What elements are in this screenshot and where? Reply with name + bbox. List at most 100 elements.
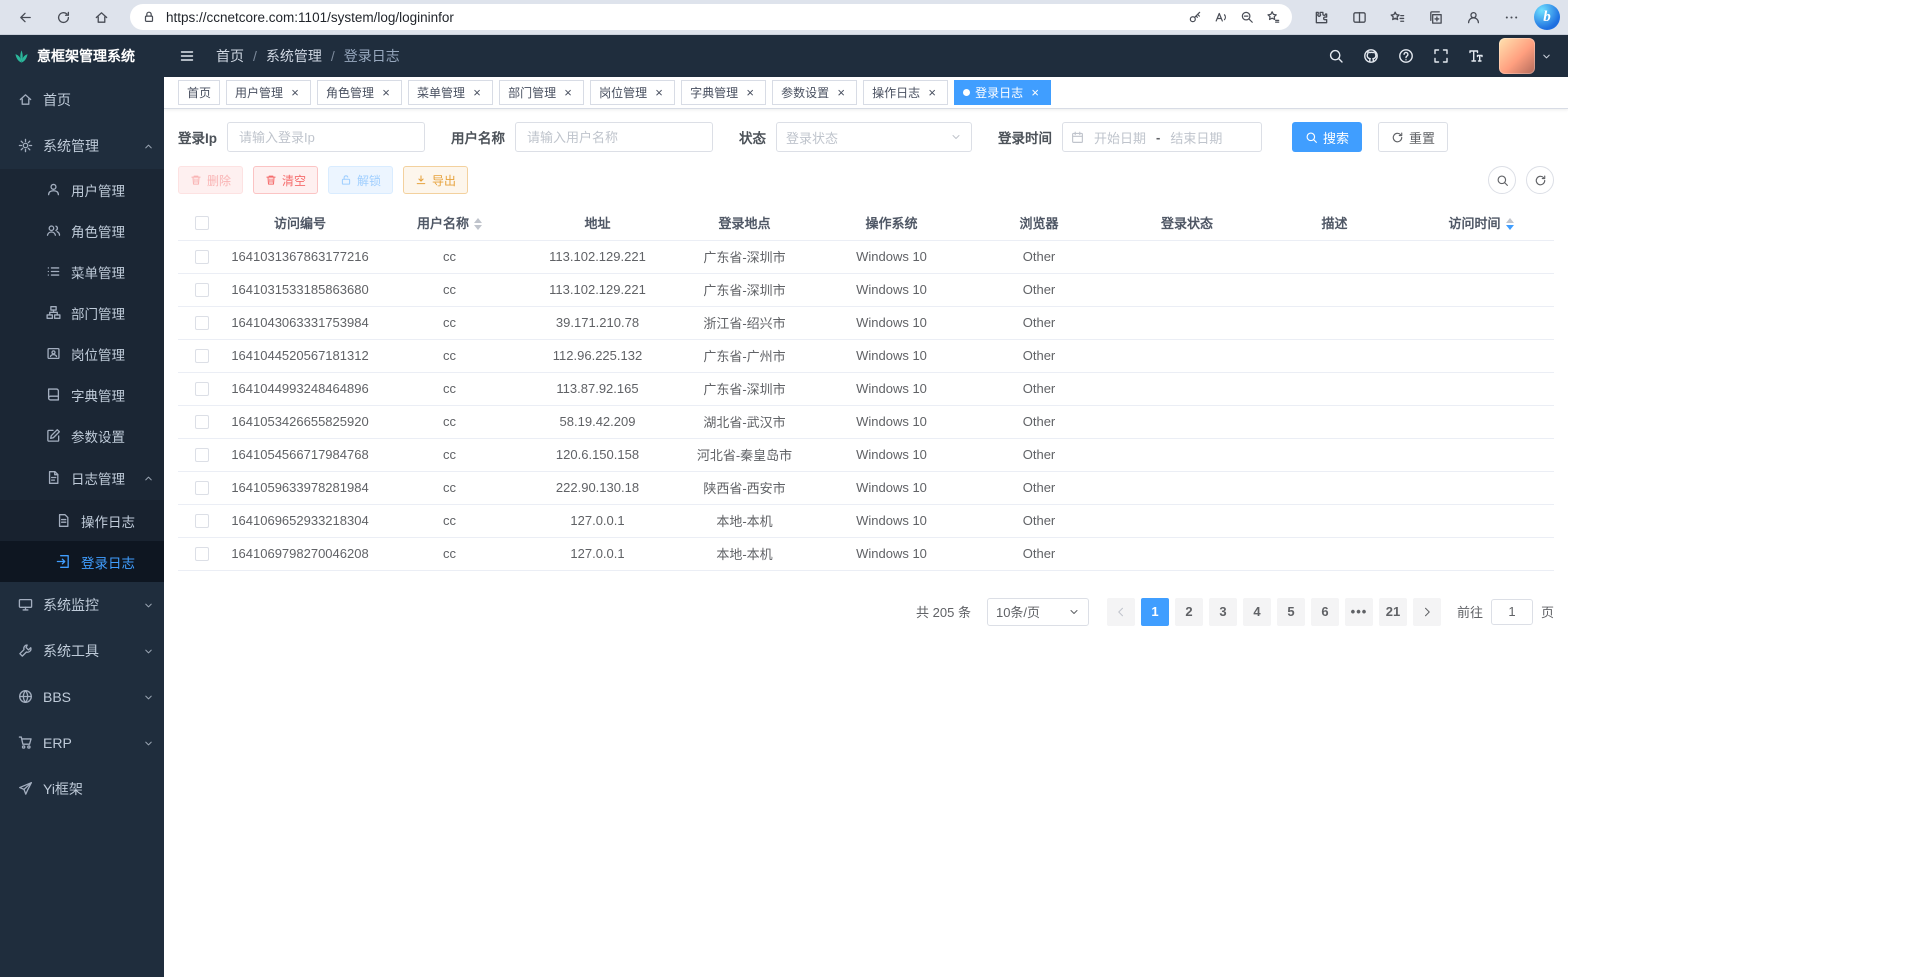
profile-avatar-icon[interactable] <box>1456 3 1490 31</box>
select-all-checkbox[interactable] <box>195 216 209 230</box>
column-header-user-name[interactable]: 用户名称 <box>375 205 524 240</box>
page-button-2[interactable]: 2 <box>1175 598 1203 626</box>
tab-dept-management[interactable]: 部门管理× <box>499 80 584 105</box>
breadcrumb-item[interactable]: 系统管理 <box>266 46 322 66</box>
sidebar-item-home[interactable]: 首页 <box>0 77 164 123</box>
sidebar-item-operation-log[interactable]: 操作日志 <box>0 500 164 541</box>
sidebar-item-dept-management[interactable]: 部门管理 <box>0 292 164 333</box>
fullscreen-icon[interactable] <box>1428 43 1454 69</box>
table-row[interactable]: 1641059633978281984cc222.90.130.18陕西省-西安… <box>178 471 1554 504</box>
help-icon[interactable] <box>1393 43 1419 69</box>
date-range-picker[interactable]: 开始日期 - 结束日期 <box>1062 122 1262 152</box>
tab-post-management[interactable]: 岗位管理× <box>590 80 675 105</box>
sidebar-item-system-tools[interactable]: 系统工具 <box>0 628 164 674</box>
table-row[interactable]: 1641031533185863680cc113.102.129.221广东省-… <box>178 273 1554 306</box>
row-checkbox[interactable] <box>195 547 209 561</box>
sidebar-item-param-settings[interactable]: 参数设置 <box>0 415 164 456</box>
row-checkbox[interactable] <box>195 349 209 363</box>
export-button[interactable]: 导出 <box>403 166 468 194</box>
row-checkbox[interactable] <box>195 250 209 264</box>
row-checkbox[interactable] <box>195 448 209 462</box>
user-menu[interactable] <box>1499 38 1568 74</box>
tab-param-settings[interactable]: 参数设置× <box>772 80 857 105</box>
table-row[interactable]: 1641043063331753984cc39.171.210.78浙江省-绍兴… <box>178 306 1554 339</box>
close-icon[interactable]: × <box>834 86 848 100</box>
tab-home[interactable]: 首页 <box>178 80 220 105</box>
split-screen-icon[interactable] <box>1342 3 1376 31</box>
tab-operation-log[interactable]: 操作日志× <box>863 80 948 105</box>
close-icon[interactable]: × <box>743 86 757 100</box>
collections-icon[interactable] <box>1418 3 1452 31</box>
refresh-button[interactable] <box>46 3 80 31</box>
close-icon[interactable]: × <box>379 86 393 100</box>
refresh-table-button[interactable] <box>1526 166 1554 194</box>
search-button[interactable]: 搜索 <box>1292 122 1362 152</box>
delete-button[interactable]: 删除 <box>178 166 243 194</box>
page-button-5[interactable]: 5 <box>1277 598 1305 626</box>
row-checkbox[interactable] <box>195 514 209 528</box>
tab-role-management[interactable]: 角色管理× <box>317 80 402 105</box>
sidebar-item-dict-management[interactable]: 字典管理 <box>0 374 164 415</box>
font-size-icon[interactable] <box>1463 43 1489 69</box>
table-row[interactable]: 1641069652933218304cc127.0.0.1本地-本机Windo… <box>178 504 1554 537</box>
login-ip-input[interactable] <box>227 122 425 152</box>
favorites-icon[interactable] <box>1380 3 1414 31</box>
page-size-select[interactable]: 10条/页 <box>987 598 1089 626</box>
url-text[interactable]: https://ccnetcore.com:1101/system/log/lo… <box>166 10 1182 25</box>
close-icon[interactable]: × <box>652 86 666 100</box>
favorites-star-icon[interactable] <box>1260 5 1286 29</box>
table-row[interactable]: 1641069798270046208cc127.0.0.1本地-本机Windo… <box>178 537 1554 570</box>
tab-dict-management[interactable]: 字典管理× <box>681 80 766 105</box>
page-button-3[interactable]: 3 <box>1209 598 1237 626</box>
address-bar[interactable]: https://ccnetcore.com:1101/system/log/lo… <box>130 4 1292 30</box>
table-row[interactable]: 1641044993248464896cc113.87.92.165广东省-深圳… <box>178 372 1554 405</box>
sidebar-item-role-management[interactable]: 角色管理 <box>0 210 164 251</box>
row-checkbox[interactable] <box>195 415 209 429</box>
search-icon[interactable] <box>1323 43 1349 69</box>
close-icon[interactable]: × <box>561 86 575 100</box>
back-button[interactable] <box>8 3 42 31</box>
reset-button[interactable]: 重置 <box>1378 122 1448 152</box>
sort-icons[interactable] <box>474 218 482 230</box>
sidebar-item-bbs[interactable]: BBS <box>0 674 164 720</box>
more-menu-icon[interactable] <box>1494 3 1528 31</box>
sort-icons[interactable] <box>1506 218 1514 230</box>
column-header-select[interactable] <box>178 205 225 240</box>
pager-more[interactable]: ••• <box>1345 598 1373 626</box>
read-aloud-icon[interactable] <box>1208 5 1234 29</box>
table-row[interactable]: 1641044520567181312cc112.96.225.132广东省-广… <box>178 339 1554 372</box>
unlock-button[interactable]: 解锁 <box>328 166 393 194</box>
sidebar-item-erp[interactable]: ERP <box>0 720 164 766</box>
table-row[interactable]: 1641054566717984768cc120.6.150.158河北省-秦皇… <box>178 438 1554 471</box>
show-search-button[interactable] <box>1488 166 1516 194</box>
avatar[interactable] <box>1499 38 1535 74</box>
app-logo[interactable]: 意框架管理系统 <box>0 46 164 66</box>
row-checkbox[interactable] <box>195 481 209 495</box>
sidebar-item-log-management[interactable]: 日志管理 <box>0 456 164 500</box>
sidebar-item-yi-framework[interactable]: Yi框架 <box>0 766 164 812</box>
sidebar-item-system-monitor[interactable]: 系统监控 <box>0 582 164 628</box>
clear-button[interactable]: 清空 <box>253 166 318 194</box>
row-checkbox[interactable] <box>195 382 209 396</box>
page-button-4[interactable]: 4 <box>1243 598 1271 626</box>
github-icon[interactable] <box>1358 43 1384 69</box>
page-button-6[interactable]: 6 <box>1311 598 1339 626</box>
tab-login-log[interactable]: 登录日志× <box>954 80 1051 105</box>
column-header-visit-time[interactable]: 访问时间 <box>1408 205 1554 240</box>
sidebar-item-system-management[interactable]: 系统管理 <box>0 123 164 169</box>
password-key-icon[interactable] <box>1182 5 1208 29</box>
sidebar-item-post-management[interactable]: 岗位管理 <box>0 333 164 374</box>
prev-page-button[interactable] <box>1107 598 1135 626</box>
sidebar-item-login-log[interactable]: 登录日志 <box>0 541 164 582</box>
close-icon[interactable]: × <box>1028 86 1042 100</box>
tab-user-management[interactable]: 用户管理× <box>226 80 311 105</box>
page-button-21[interactable]: 21 <box>1379 598 1407 626</box>
page-button-1[interactable]: 1 <box>1141 598 1169 626</box>
close-icon[interactable]: × <box>470 86 484 100</box>
goto-page-input[interactable] <box>1491 599 1533 625</box>
row-checkbox[interactable] <box>195 316 209 330</box>
breadcrumb-item[interactable]: 首页 <box>216 46 244 66</box>
table-row[interactable]: 1641031367863177216cc113.102.129.221广东省-… <box>178 240 1554 273</box>
sidebar-item-user-management[interactable]: 用户管理 <box>0 169 164 210</box>
tab-menu-management[interactable]: 菜单管理× <box>408 80 493 105</box>
